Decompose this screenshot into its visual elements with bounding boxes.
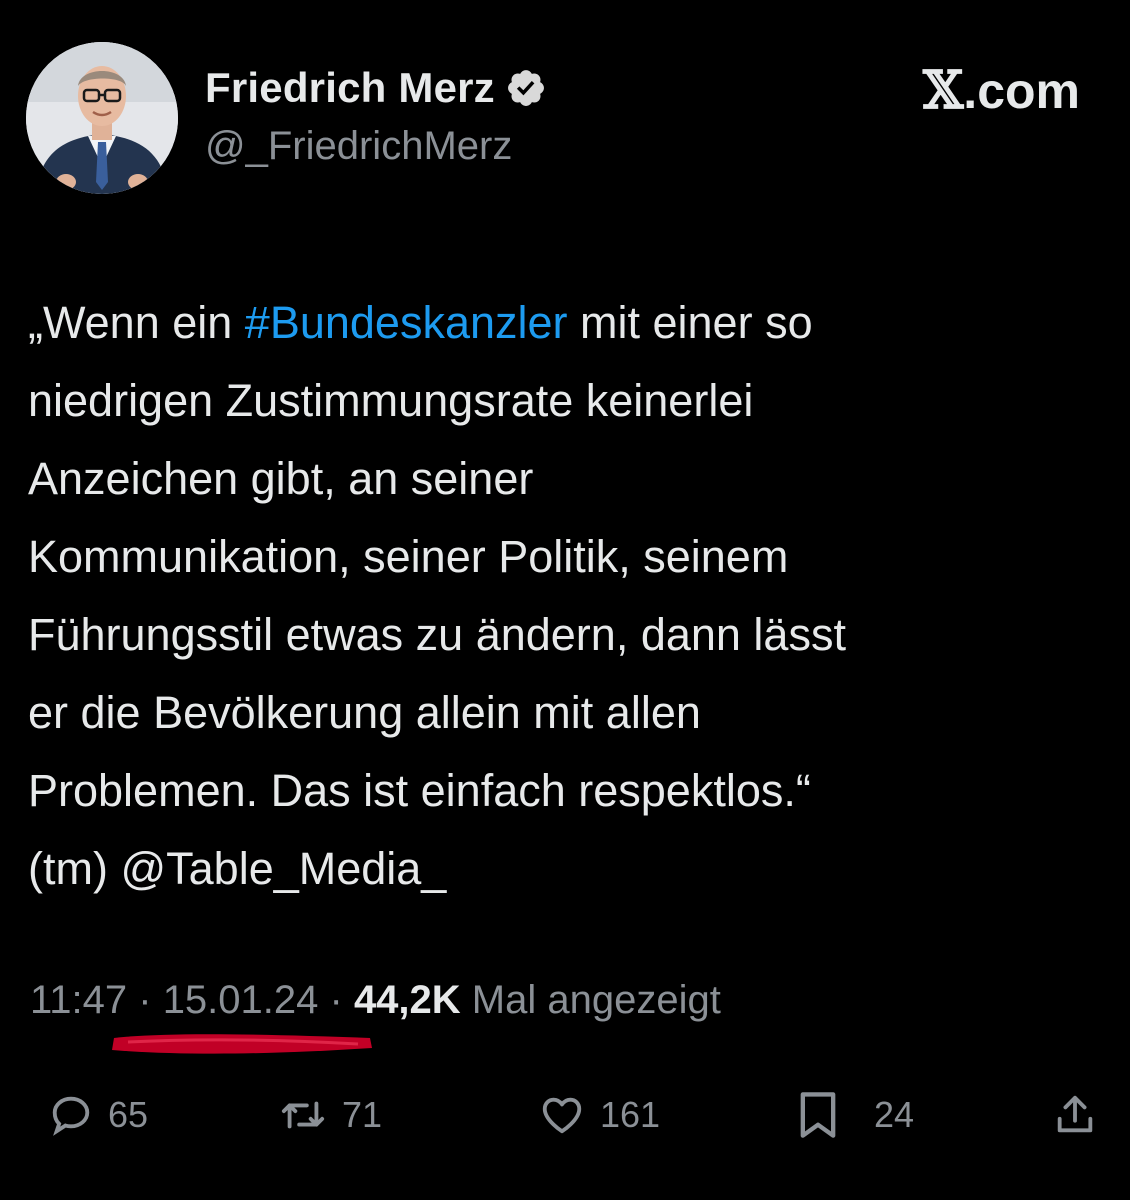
tweet-text-rest: mit einer so niedrigen Zustimmungsrate k… (28, 297, 846, 894)
x-com-brand: 𝕏 .com (923, 60, 1080, 121)
reply-button[interactable]: 65 (48, 1080, 148, 1150)
tweet-card: Friedrich Merz @_FriedrichMerz 𝕏 .com „We… (0, 0, 1130, 1200)
meta-separator: · (127, 978, 163, 1022)
tweet-text-start: „Wenn ein (28, 297, 245, 348)
heart-icon (542, 1097, 582, 1134)
tweet-text: „Wenn ein #Bundeskanzler mit einer so ni… (28, 284, 1108, 908)
x-logo-icon: 𝕏 (922, 60, 964, 121)
author-handle[interactable]: @_FriedrichMerz (205, 124, 512, 169)
bookmark-count: 24 (874, 1094, 915, 1135)
meta-separator: · (318, 978, 354, 1022)
tweet-date[interactable]: 15.01.24 (163, 978, 319, 1023)
avatar[interactable] (26, 42, 178, 194)
tweet-meta: 11:47 · 15.01.24 · 44,2K Mal angezeigt (30, 978, 721, 1023)
author-name-row[interactable]: Friedrich Merz (205, 62, 547, 114)
retweet-button[interactable]: 71 (278, 1080, 382, 1150)
like-button[interactable]: 161 (538, 1080, 660, 1150)
reply-icon (52, 1096, 90, 1136)
reply-count: 65 (108, 1094, 149, 1135)
retweet-count: 71 (342, 1094, 383, 1135)
brand-domain: .com (963, 62, 1080, 119)
like-count: 161 (600, 1094, 661, 1135)
retweet-icon (281, 1101, 325, 1129)
views-count[interactable]: 44,2K (354, 978, 461, 1023)
bookmark-button[interactable]: 24 (796, 1080, 914, 1150)
author-display-name[interactable]: Friedrich Merz (205, 64, 495, 112)
share-icon (1057, 1095, 1093, 1133)
verified-badge-icon (507, 70, 544, 106)
avatar-photo-icon (26, 42, 178, 194)
bookmark-icon (800, 1092, 836, 1138)
views-label: Mal angezeigt (460, 978, 721, 1022)
tweet-actions: 65 71 161 24 (0, 1080, 1130, 1150)
hashtag-link[interactable]: #Bundeskanzler (245, 297, 568, 348)
share-button[interactable] (1052, 1080, 1098, 1150)
red-underline-mark (112, 1034, 372, 1054)
tweet-time[interactable]: 11:47 (30, 978, 127, 1023)
